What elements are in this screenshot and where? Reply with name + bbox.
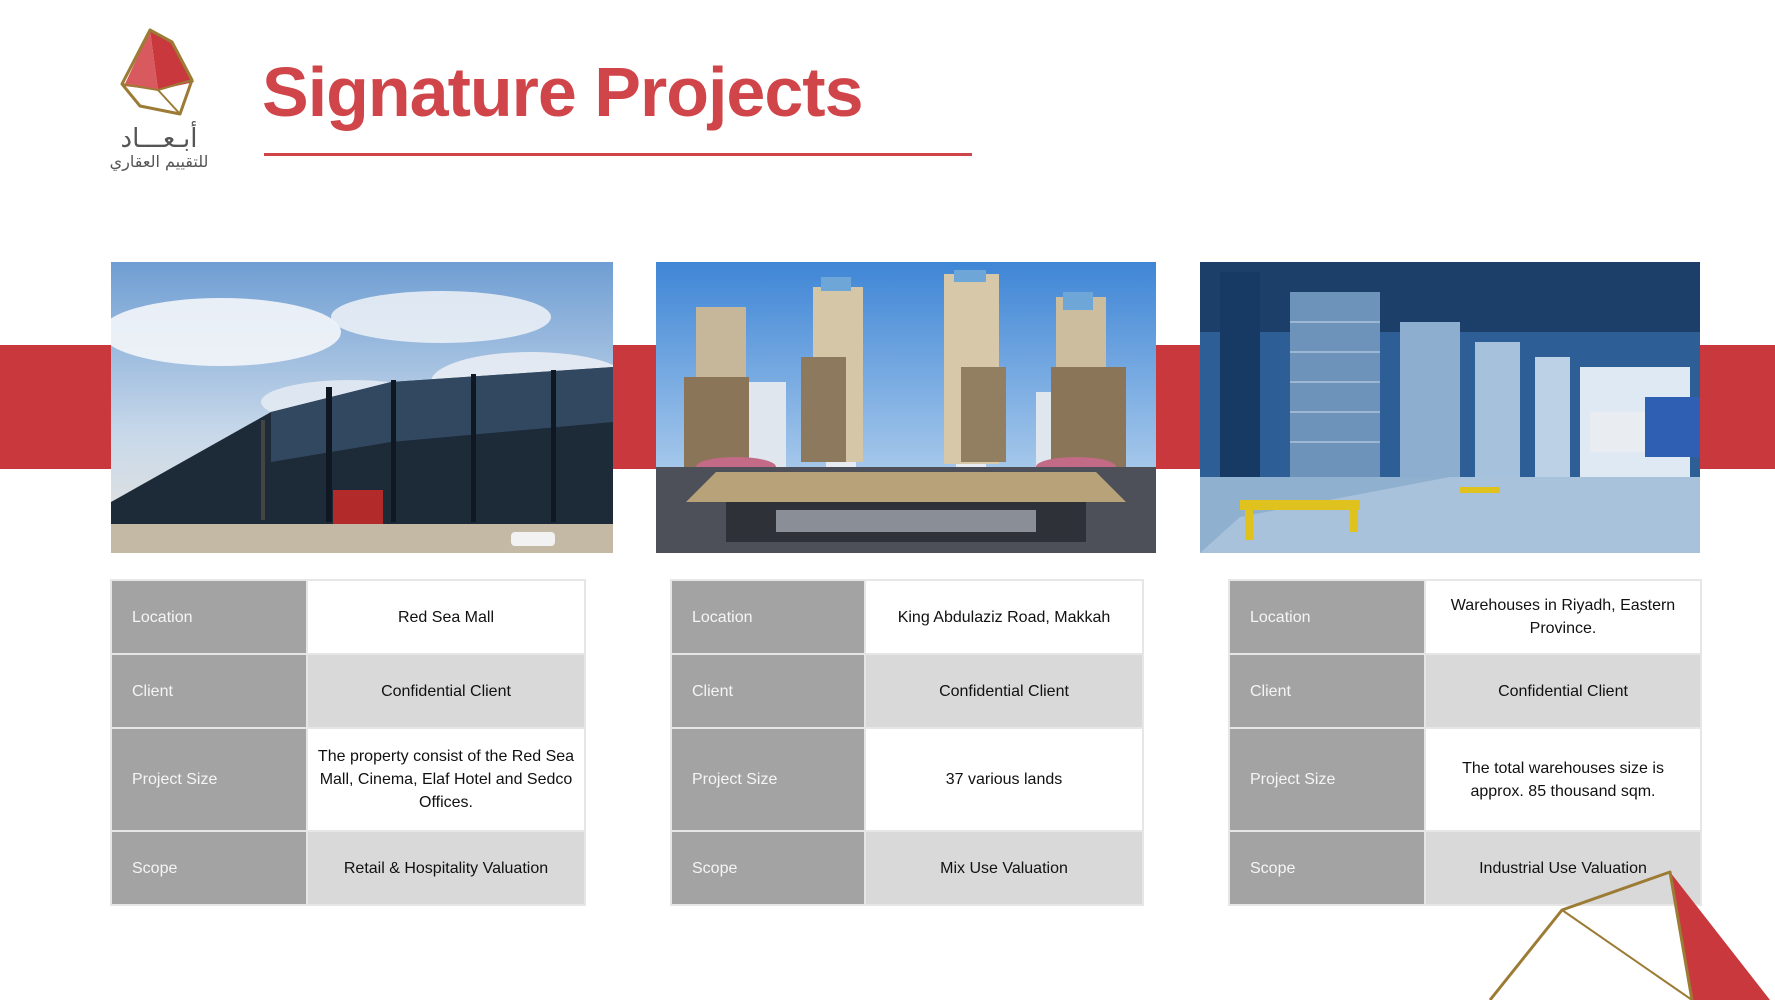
project-photo-king-abdulaziz-road <box>656 262 1156 553</box>
project-photo-red-sea-mall <box>111 262 613 553</box>
location-label: Location <box>670 579 866 655</box>
logo-arabic-tagline: للتقييم العقاري <box>109 152 209 171</box>
client-value: Confidential Client <box>864 653 1144 729</box>
project-details-table: Location Red Sea Mall Client Confidentia… <box>110 579 586 906</box>
project-size-value: The total warehouses size is approx. 85 … <box>1424 727 1702 832</box>
client-value: Confidential Client <box>306 653 586 729</box>
scope-label: Scope <box>1228 830 1426 906</box>
corner-prism-decoration <box>1488 870 1770 1000</box>
project-details-table: Location King Abdulaziz Road, Makkah Cli… <box>670 579 1144 906</box>
project-size-value: The property consist of the Red Sea Mall… <box>306 727 586 832</box>
location-label: Location <box>110 579 308 655</box>
title-underline <box>264 153 972 156</box>
logo-arabic-name: أبـعـــاد <box>120 124 198 154</box>
location-value: King Abdulaziz Road, Makkah <box>864 579 1144 655</box>
scope-label: Scope <box>670 830 866 906</box>
client-label: Client <box>670 653 866 729</box>
project-photo-warehouse <box>1200 262 1700 553</box>
page-title: Signature Projects <box>262 53 864 131</box>
scope-value: Retail & Hospitality Valuation <box>306 830 586 906</box>
project-details-table: Location Warehouses in Riyadh, Eastern P… <box>1228 579 1702 906</box>
scope-value: Mix Use Valuation <box>864 830 1144 906</box>
logo-prism-icon <box>120 28 194 116</box>
client-value: Confidential Client <box>1424 653 1702 729</box>
location-value: Red Sea Mall <box>306 579 586 655</box>
company-logo: أبـعـــاد للتقييم العقاري <box>104 26 224 176</box>
project-size-value: 37 various lands <box>864 727 1144 832</box>
project-size-label: Project Size <box>1228 727 1426 832</box>
location-value: Warehouses in Riyadh, Eastern Province. <box>1424 579 1702 655</box>
client-label: Client <box>110 653 308 729</box>
project-size-label: Project Size <box>110 727 308 832</box>
scope-label: Scope <box>110 830 308 906</box>
location-label: Location <box>1228 579 1426 655</box>
client-label: Client <box>1228 653 1426 729</box>
project-size-label: Project Size <box>670 727 866 832</box>
